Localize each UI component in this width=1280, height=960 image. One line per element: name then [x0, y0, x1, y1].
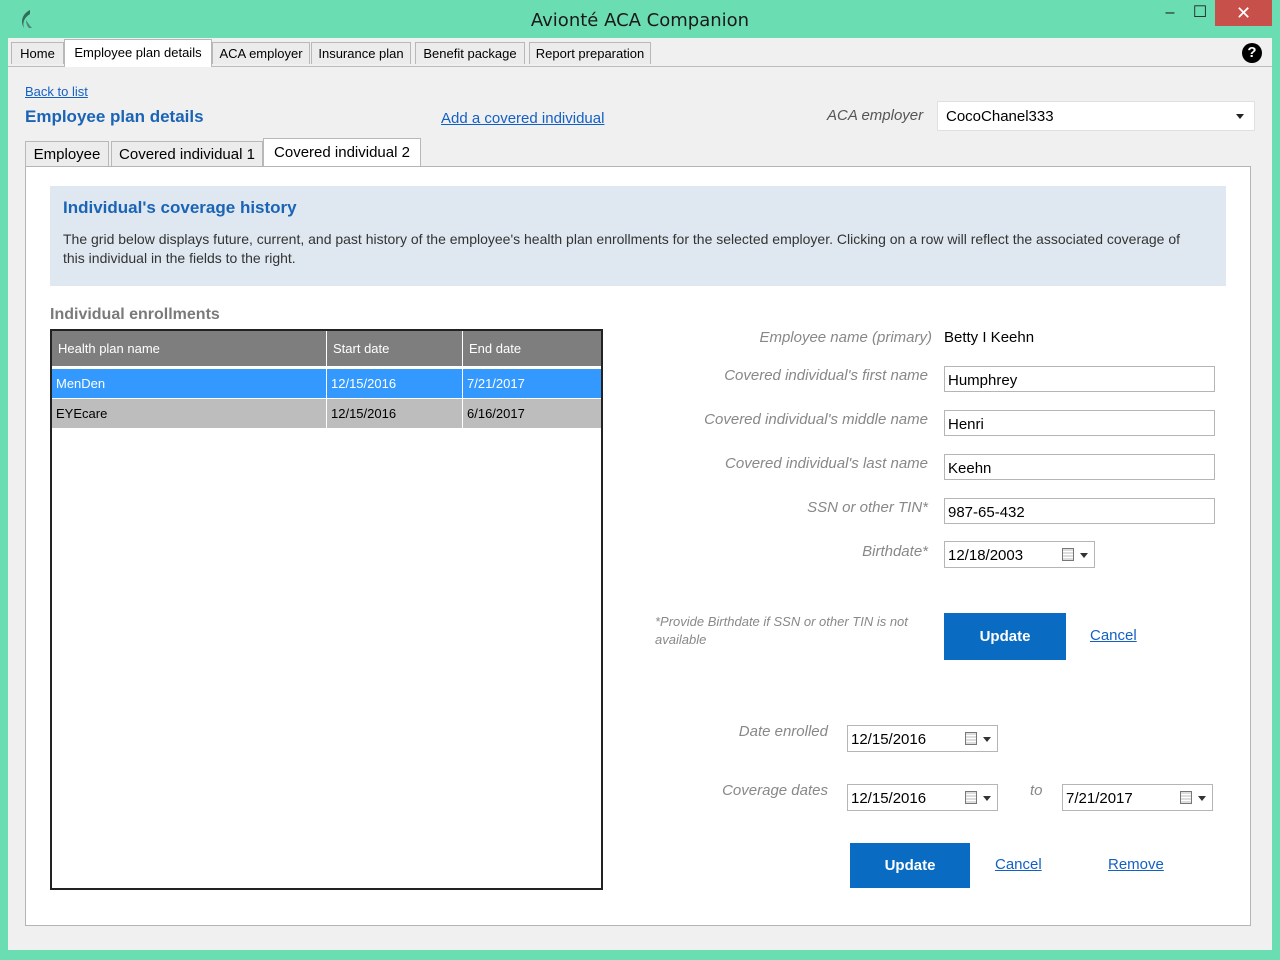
- enrollments-title: Individual enrollments: [50, 306, 220, 323]
- ssn-field[interactable]: 987-65-432: [944, 498, 1215, 524]
- aca-employer-label: ACA employer: [827, 107, 924, 124]
- tab-benefit-package[interactable]: Benefit package: [415, 42, 525, 64]
- date-enrolled-label: Date enrolled: [738, 723, 828, 740]
- minimize-button[interactable]: –: [1155, 0, 1185, 26]
- maximize-button[interactable]: ☐: [1185, 0, 1215, 26]
- calendar-icon[interactable]: [1062, 548, 1074, 561]
- back-to-list-link[interactable]: Back to list: [25, 84, 88, 99]
- last-name-value: Keehn: [948, 460, 992, 477]
- first-name-field[interactable]: Humphrey: [944, 366, 1215, 392]
- chevron-down-icon[interactable]: [1080, 553, 1088, 558]
- cell-end-date: 6/16/2017: [467, 406, 525, 421]
- table-row[interactable]: MenDen 12/15/2016 7/21/2017: [52, 369, 601, 398]
- subtab-covered-individual-1[interactable]: Covered individual 1: [111, 141, 263, 167]
- date-enrolled-picker[interactable]: 12/15/2016: [847, 725, 998, 752]
- subtab-employee[interactable]: Employee: [25, 141, 109, 167]
- last-name-field[interactable]: Keehn: [944, 454, 1215, 480]
- tab-home[interactable]: Home: [11, 42, 64, 64]
- date-enrolled-value: 12/15/2016: [851, 731, 927, 748]
- chevron-down-icon: [1236, 114, 1244, 119]
- column-header-start-date[interactable]: Start date: [327, 331, 463, 366]
- cell-plan-name: MenDen: [52, 369, 327, 398]
- tab-insurance-plan[interactable]: Insurance plan: [311, 42, 411, 64]
- aca-employer-value: CocoChanel333: [946, 108, 1054, 125]
- cell-plan-name: EYEcare: [52, 399, 327, 428]
- info-title: Individual's coverage history: [63, 198, 297, 217]
- cell-start-date: 12/15/2016: [327, 369, 463, 398]
- calendar-icon[interactable]: [965, 791, 977, 804]
- coverage-to-value: 7/21/2017: [1066, 790, 1133, 807]
- employee-name-label: Employee name (primary): [759, 329, 932, 346]
- close-button[interactable]: ✕: [1215, 0, 1272, 26]
- middle-name-field[interactable]: Henri: [944, 410, 1215, 436]
- birthdate-value: 12/18/2003: [948, 547, 1024, 564]
- app-frame: Home Employee plan details ACA employer …: [8, 38, 1272, 950]
- coverage-from-picker[interactable]: 12/15/2016: [847, 784, 998, 811]
- first-name-value: Humphrey: [948, 372, 1018, 389]
- aca-employer-dropdown[interactable]: CocoChanel333: [937, 101, 1255, 131]
- last-name-label: Covered individual's last name: [725, 455, 928, 472]
- coverage-to-picker[interactable]: 7/21/2017: [1062, 784, 1213, 811]
- main-content: Back to list Employee plan details Add a…: [8, 67, 1272, 950]
- birthdate-picker[interactable]: 12/18/2003: [944, 541, 1095, 568]
- ssn-label: SSN or other TIN*: [807, 499, 928, 516]
- enrollments-grid[interactable]: Health plan name Start date End date Men…: [50, 329, 603, 890]
- employee-name-value: Betty I Keehn: [944, 329, 1035, 346]
- middle-name-value: Henri: [948, 416, 984, 433]
- info-text: The grid below displays future, current,…: [63, 231, 1181, 266]
- tab-aca-employer[interactable]: ACA employer: [212, 42, 310, 64]
- title-bar: Avionté ACA Companion – ☐ ✕: [0, 0, 1280, 38]
- cancel-coverage-link[interactable]: Cancel: [995, 856, 1042, 873]
- first-name-label: Covered individual's first name: [724, 367, 928, 384]
- subtab-covered-individual-2[interactable]: Covered individual 2: [263, 138, 421, 168]
- middle-name-label: Covered individual's middle name: [704, 411, 928, 428]
- update-individual-button[interactable]: Update: [944, 613, 1066, 660]
- ssn-value: 987-65-432: [948, 504, 1025, 521]
- column-header-plan-name[interactable]: Health plan name: [52, 331, 327, 366]
- help-icon[interactable]: ?: [1242, 43, 1262, 63]
- add-covered-individual-link[interactable]: Add a covered individual: [441, 110, 604, 127]
- to-label: to: [1030, 782, 1043, 799]
- covered-individual-panel: Individual's coverage history The grid b…: [25, 166, 1251, 926]
- cancel-individual-link[interactable]: Cancel: [1090, 627, 1137, 644]
- remove-coverage-link[interactable]: Remove: [1108, 856, 1164, 873]
- tab-employee-plan-details[interactable]: Employee plan details: [64, 39, 212, 67]
- coverage-dates-label: Coverage dates: [722, 782, 828, 799]
- column-header-end-date[interactable]: End date: [463, 331, 601, 366]
- page-title: Employee plan details: [25, 107, 204, 126]
- main-tab-strip: Home Employee plan details ACA employer …: [8, 38, 1272, 67]
- update-coverage-button[interactable]: Update: [850, 843, 970, 888]
- info-box: Individual's coverage history The grid b…: [50, 186, 1226, 286]
- calendar-icon[interactable]: [965, 732, 977, 745]
- chevron-down-icon[interactable]: [983, 737, 991, 742]
- window-title: Avionté ACA Companion: [530, 10, 750, 31]
- coverage-from-value: 12/15/2016: [851, 790, 927, 807]
- birthdate-note: *Provide Birthdate if SSN or other TIN i…: [655, 614, 908, 647]
- cell-start-date: 12/15/2016: [327, 399, 463, 428]
- chevron-down-icon[interactable]: [983, 796, 991, 801]
- cell-end-date: 7/21/2017: [467, 376, 525, 391]
- birthdate-label: Birthdate*: [862, 543, 928, 560]
- grid-header: Health plan name Start date End date: [52, 331, 601, 366]
- tab-report-preparation[interactable]: Report preparation: [529, 42, 651, 64]
- calendar-icon[interactable]: [1180, 791, 1192, 804]
- table-row[interactable]: EYEcare 12/15/2016 6/16/2017: [52, 399, 601, 428]
- chevron-down-icon[interactable]: [1198, 796, 1206, 801]
